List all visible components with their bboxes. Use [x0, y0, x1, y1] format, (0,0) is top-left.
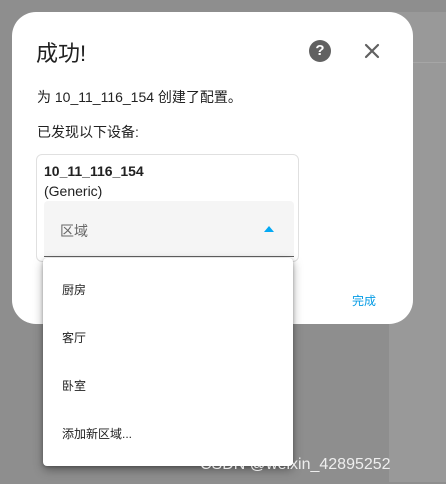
menu-item-label: 卧室 — [62, 379, 87, 393]
menu-item-kitchen[interactable]: 厨房 — [43, 265, 293, 313]
area-select-label: 区域 — [60, 223, 88, 239]
menu-item-label: 厨房 — [62, 283, 87, 297]
success-message: 为 10_11_116_154 创建了配置。 — [37, 89, 242, 105]
dialog-title: 成功! — [36, 41, 87, 66]
device-model: (Generic) — [44, 183, 103, 199]
menu-item-label: 客厅 — [62, 331, 87, 345]
menu-item-bedroom[interactable]: 卧室 — [43, 361, 293, 409]
menu-item-living-room[interactable]: 客厅 — [43, 313, 293, 361]
found-devices-label: 已发现以下设备: — [37, 124, 139, 140]
finish-button[interactable]: 完成 — [352, 292, 376, 309]
device-card: 10_11_116_154 (Generic) 区域 — [36, 154, 299, 262]
area-select[interactable]: 区域 — [44, 201, 294, 257]
menu-item-add-area[interactable]: 添加新区域... — [43, 409, 293, 457]
area-dropdown-menu: 厨房 客厅 卧室 添加新区域... — [43, 258, 293, 466]
watermark: CSDN @weixin_42895252 — [200, 456, 391, 473]
device-name: 10_11_116_154 — [44, 163, 144, 179]
dropdown-arrow-icon[interactable] — [264, 226, 274, 232]
help-icon[interactable]: ? — [309, 40, 331, 62]
close-icon[interactable] — [362, 41, 382, 61]
menu-item-label: 添加新区域... — [62, 427, 133, 441]
